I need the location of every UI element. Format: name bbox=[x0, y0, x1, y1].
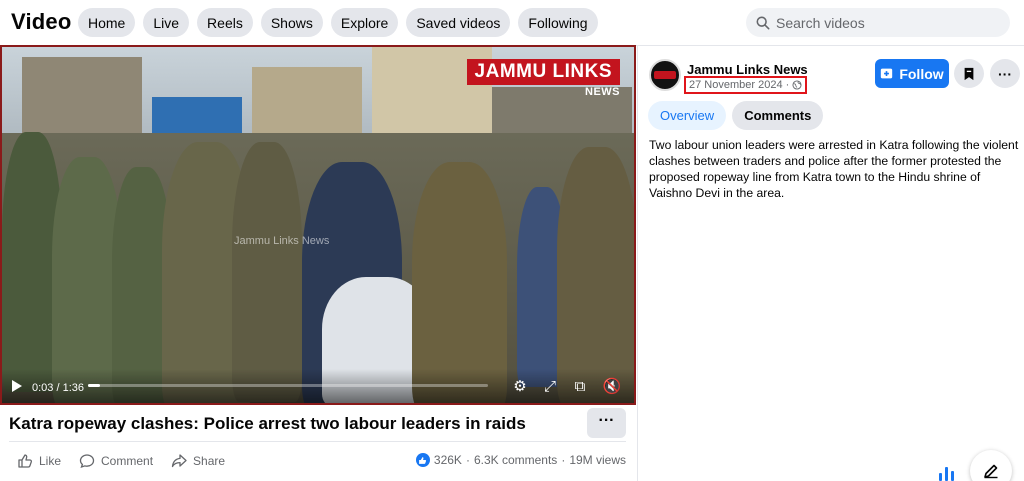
audio-bars-icon[interactable] bbox=[933, 459, 959, 481]
page-name[interactable]: Jammu Links News bbox=[687, 62, 808, 77]
edit-icon bbox=[984, 464, 998, 479]
progress-fill bbox=[88, 384, 101, 387]
video-nav: Home Live Reels Shows Explore Saved vide… bbox=[78, 8, 598, 37]
video-player[interactable]: JAMMU LINKS NEWS Jammu Links News 0:03 /… bbox=[0, 45, 636, 405]
video-frame bbox=[2, 47, 634, 403]
share-icon bbox=[171, 454, 187, 468]
nav-following[interactable]: Following bbox=[518, 8, 598, 37]
globe-icon bbox=[792, 80, 802, 90]
video-description: Two labour union leaders were arrested i… bbox=[649, 138, 1019, 200]
channel-logo: JAMMU LINKS NEWS bbox=[466, 59, 620, 98]
views-count: 19M views bbox=[569, 453, 626, 467]
nav-shows[interactable]: Shows bbox=[260, 8, 323, 37]
separator-dot: · bbox=[561, 453, 566, 467]
page-avatar[interactable] bbox=[649, 59, 681, 91]
separator-dot: · bbox=[465, 453, 470, 467]
brand-subtitle: NEWS bbox=[585, 86, 620, 98]
brand-name: JAMMU LINKS bbox=[466, 59, 620, 85]
more-menu-button[interactable]: ··· bbox=[990, 59, 1020, 88]
comment-icon bbox=[79, 454, 95, 469]
follow-label: Follow bbox=[899, 65, 944, 82]
progress-bar[interactable] bbox=[88, 384, 488, 387]
nav-home[interactable]: Home bbox=[78, 8, 136, 37]
engagement-stats: 326K · 6.3K comments · 19M views bbox=[415, 453, 626, 467]
action-bar: Like Comment Share bbox=[17, 453, 225, 469]
search-input[interactable] bbox=[776, 14, 1006, 31]
post-date: 27 November 2024 · bbox=[684, 76, 808, 94]
post-date-text: 27 November 2024 · bbox=[689, 79, 790, 91]
video-watermark: Jammu Links News bbox=[234, 235, 330, 247]
like-reaction-icon bbox=[415, 453, 430, 467]
nav-reels[interactable]: Reels bbox=[197, 8, 253, 37]
divider bbox=[9, 441, 626, 442]
like-label: Like bbox=[39, 454, 62, 468]
like-button[interactable]: Like bbox=[17, 453, 61, 469]
save-button[interactable] bbox=[954, 59, 984, 88]
mute-icon[interactable]: 🔇 bbox=[602, 378, 622, 396]
search-box[interactable] bbox=[746, 8, 1010, 37]
ellipsis-icon: ··· bbox=[998, 65, 1012, 82]
picture-in-picture-icon[interactable]: ⧉ bbox=[570, 378, 590, 396]
video-title: Katra ropeway clashes: Police arrest two… bbox=[9, 414, 526, 433]
more-options-button[interactable]: ··· bbox=[587, 408, 626, 438]
follow-button[interactable]: Follow bbox=[875, 59, 949, 88]
tab-comments[interactable]: Comments bbox=[732, 101, 824, 130]
nav-live[interactable]: Live bbox=[143, 8, 190, 37]
fullscreen-icon[interactable]: ⤢ bbox=[540, 378, 560, 396]
top-bar: Video Home Live Reels Shows Explore Save… bbox=[0, 0, 1024, 46]
reaction-count[interactable]: 326K bbox=[434, 453, 462, 467]
compose-button[interactable] bbox=[970, 450, 1012, 481]
follow-icon bbox=[881, 68, 893, 79]
comment-label: Comment bbox=[101, 454, 154, 468]
time-readout: 0:03 / 1:36 bbox=[32, 382, 84, 394]
nav-saved-videos[interactable]: Saved videos bbox=[406, 8, 511, 37]
panel-tabs: Overview Comments bbox=[648, 101, 824, 130]
bookmark-icon bbox=[964, 67, 974, 80]
share-button[interactable]: Share bbox=[171, 453, 225, 469]
panel-divider bbox=[637, 45, 638, 481]
page-title: Video bbox=[11, 9, 72, 34]
settings-icon[interactable]: ⚙ bbox=[510, 378, 530, 396]
thumbs-up-icon bbox=[18, 454, 33, 468]
nav-explore[interactable]: Explore bbox=[330, 8, 399, 37]
player-controls: 0:03 / 1:36 ⚙ ⤢ ⧉ 🔇 bbox=[2, 369, 634, 403]
comment-button[interactable]: Comment bbox=[79, 453, 153, 469]
search-icon bbox=[756, 16, 770, 29]
play-icon[interactable] bbox=[12, 380, 22, 392]
comments-count[interactable]: 6.3K comments bbox=[474, 453, 557, 467]
tab-overview[interactable]: Overview bbox=[648, 101, 727, 130]
share-label: Share bbox=[193, 454, 226, 468]
